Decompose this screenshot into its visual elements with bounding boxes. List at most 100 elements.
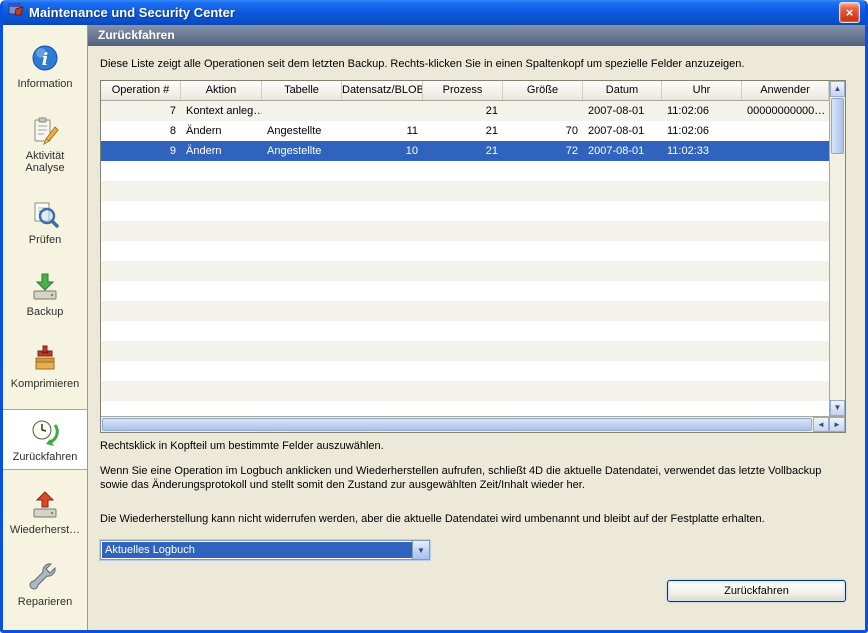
sidebar-item-label: Wiederherst…: [10, 524, 80, 536]
table-cell: 8: [101, 121, 181, 141]
logbook-select[interactable]: Aktuelles Logbuch ▼: [100, 540, 430, 560]
scroll-down-button[interactable]: ▼: [830, 400, 845, 416]
title-bar[interactable]: Maintenance und Security Center ×: [3, 0, 865, 25]
sidebar: i Information Akti: [3, 25, 88, 630]
activity-analysis-icon: [29, 115, 61, 147]
sidebar-item-reparieren[interactable]: Reparieren: [3, 555, 87, 614]
column-header[interactable]: Größe: [503, 81, 583, 100]
sidebar-item-wiederherstellen[interactable]: Wiederherst…: [3, 483, 87, 542]
table-cell: [503, 101, 583, 121]
scroll-right-button[interactable]: ►: [829, 417, 845, 432]
table-cell: [742, 141, 829, 161]
table-row[interactable]: 7Kontext anleg… 21 2007-08-0111:02:0600000…: [101, 101, 829, 121]
table-cell: 10: [342, 141, 423, 161]
column-header[interactable]: Aktion: [181, 81, 262, 100]
right-arrow-icon: ►: [833, 420, 841, 429]
sidebar-item-aktivitaet-analyse[interactable]: Aktivität Analyse: [3, 109, 87, 180]
close-button[interactable]: ×: [839, 2, 860, 23]
close-icon: ×: [846, 5, 854, 20]
table-empty-row: [101, 361, 829, 381]
operations-table: Operation #AktionTabelleDatensatz/BLOBPr…: [100, 80, 846, 433]
column-header[interactable]: Prozess: [423, 81, 503, 100]
sidebar-item-information[interactable]: i Information: [3, 37, 87, 96]
sidebar-item-label: Prüfen: [29, 234, 61, 246]
vertical-scroll-thumb[interactable]: [831, 98, 844, 154]
compress-icon: [29, 343, 61, 375]
svg-text:i: i: [42, 50, 48, 70]
dropdown-button[interactable]: ▼: [412, 541, 429, 559]
sidebar-item-zurueckfahren[interactable]: Zurückfahren: [3, 409, 87, 470]
window-title: Maintenance und Security Center: [29, 5, 834, 20]
sidebar-item-label: Aktivität Analyse: [5, 150, 85, 174]
column-header[interactable]: Datensatz/BLOB: [342, 81, 423, 100]
table-empty-row: [101, 301, 829, 321]
backup-icon: [29, 271, 61, 303]
scroll-left-button[interactable]: ◄: [813, 417, 829, 432]
header-rightclick-hint: Rechtsklick in Kopfteil um bestimmte Fel…: [100, 440, 846, 452]
table-cell: 11:02:06: [662, 101, 742, 121]
horizontal-scroll-thumb[interactable]: [102, 418, 812, 431]
table-row[interactable]: 9ÄndernAngestellte1021722007-08-0111:02:…: [101, 141, 829, 161]
repair-icon: [29, 561, 61, 593]
down-arrow-icon: ▼: [834, 403, 842, 412]
sidebar-item-backup[interactable]: Backup: [3, 265, 87, 324]
sidebar-item-komprimieren[interactable]: Komprimieren: [3, 337, 87, 396]
sidebar-item-pruefen[interactable]: Prüfen: [3, 193, 87, 252]
vertical-scrollbar[interactable]: ▲ ▼: [829, 81, 845, 416]
page-title: Zurückfahren: [88, 25, 865, 46]
horizontal-scrollbar[interactable]: ◄ ►: [101, 416, 845, 432]
table-empty-row: [101, 221, 829, 241]
table-cell: 21: [423, 141, 503, 161]
sidebar-item-label: Zurückfahren: [13, 451, 78, 463]
table-empty-row: [101, 241, 829, 261]
sidebar-item-label: Information: [17, 78, 72, 90]
scroll-up-button[interactable]: ▲: [830, 81, 845, 97]
table-cell: 2007-08-01: [583, 141, 662, 161]
column-header[interactable]: Operation #: [101, 81, 181, 100]
table-cell: Kontext anleg…: [181, 101, 262, 121]
table-cell: Ändern: [181, 121, 262, 141]
table-cell: 21: [423, 121, 503, 141]
column-header[interactable]: Datum: [583, 81, 662, 100]
table-cell: [742, 121, 829, 141]
column-header[interactable]: Tabelle: [262, 81, 342, 100]
column-header[interactable]: Uhr: [662, 81, 742, 100]
table-cell: 21: [423, 101, 503, 121]
restore-icon: [29, 489, 61, 521]
column-header[interactable]: Anwender: [742, 81, 829, 100]
table-cell: 7: [101, 101, 181, 121]
table-cell: 00000000000…: [742, 101, 829, 121]
rollback-button[interactable]: Zurückfahren: [667, 580, 846, 602]
table-empty-row: [101, 281, 829, 301]
sidebar-item-label: Komprimieren: [11, 378, 79, 390]
restore-description: Wenn Sie eine Operation im Logbuch ankli…: [100, 464, 846, 492]
table-cell: 72: [503, 141, 583, 161]
table-cell: Angestellte: [262, 121, 342, 141]
table-empty-row: [101, 161, 829, 181]
table-cell: 2007-08-01: [583, 101, 662, 121]
logbook-select-value: Aktuelles Logbuch: [102, 542, 412, 558]
table-empty-row: [101, 341, 829, 361]
table-header-row: Operation #AktionTabelleDatensatz/BLOBPr…: [101, 81, 829, 101]
table-cell: 11:02:06: [662, 121, 742, 141]
app-icon: [8, 2, 24, 23]
table-cell: [262, 101, 342, 121]
sidebar-item-label: Backup: [27, 306, 64, 318]
table-cell: 11: [342, 121, 423, 141]
information-icon: i: [29, 43, 61, 75]
table-row[interactable]: 8ÄndernAngestellte1121702007-08-0111:02:…: [101, 121, 829, 141]
table-empty-row: [101, 261, 829, 281]
table-cell: 9: [101, 141, 181, 161]
intro-text: Diese Liste zeigt alle Operationen seit …: [100, 58, 846, 70]
table-cell: Ändern: [181, 141, 262, 161]
up-arrow-icon: ▲: [834, 84, 842, 93]
table-empty-row: [101, 401, 829, 416]
table-cell: 2007-08-01: [583, 121, 662, 141]
table-cell: 11:02:33: [662, 141, 742, 161]
table-cell: Angestellte: [262, 141, 342, 161]
table-empty-row: [101, 181, 829, 201]
table-empty-row: [101, 201, 829, 221]
vertical-scroll-track[interactable]: [830, 155, 845, 400]
main-panel: Zurückfahren Diese Liste zeigt alle Oper…: [88, 25, 865, 630]
table-cell: 70: [503, 121, 583, 141]
